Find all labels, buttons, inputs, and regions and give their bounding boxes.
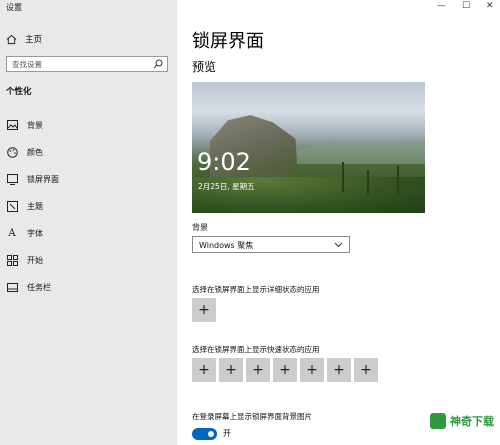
background-label: 背景 [192,223,208,232]
sidebar-item-label: 开始 [27,255,43,265]
toggle-state-text: 开 [223,429,231,438]
quick-status-label: 选择在锁屏界面上显示快速状态的应用 [192,345,320,354]
sidebar: 设置 主页 查找设置 个性化 背景 颜色 锁屏界面 主题 A 字体 开始 任务栏 [0,0,177,445]
sidebar-item-taskbar[interactable]: 任务栏 [6,280,171,294]
plus-icon: + [333,362,345,378]
chevron-down-icon [334,242,343,248]
preview-clock: 9:02 [197,148,251,176]
preview-label: 预览 [192,60,217,74]
background-dropdown-value: Windows 聚焦 [199,241,254,250]
sidebar-item-label: 字体 [27,228,43,238]
sidebar-item-label: 颜色 [27,147,43,157]
add-quick-status-app-button[interactable]: + [246,358,270,382]
add-quick-status-app-button[interactable]: + [327,358,351,382]
plus-icon: + [198,362,210,378]
sidebar-item-lock-screen[interactable]: 锁屏界面 [6,172,171,186]
signin-background-toggle[interactable] [192,428,217,440]
sidebar-item-fonts[interactable]: A 字体 [6,226,171,240]
app-title: 设置 [6,3,22,12]
section-title: 个性化 [6,87,32,97]
add-quick-status-app-button[interactable]: + [354,358,378,382]
add-quick-status-app-button[interactable]: + [273,358,297,382]
brush-icon [6,200,18,212]
watermark-text: 神奇下载 [450,415,494,428]
plus-icon: + [360,362,372,378]
add-detailed-status-app-button[interactable]: + [192,298,216,322]
add-quick-status-app-button[interactable]: + [300,358,324,382]
search-placeholder: 查找设置 [12,60,42,69]
watermark: 神奇下载 [430,413,494,429]
toggle-knob [208,431,214,437]
plus-icon: + [225,362,237,378]
search-icon [153,59,163,69]
image-icon [6,119,18,131]
preview-date: 2月25日, 星期五 [198,182,255,191]
page-title: 锁屏界面 [192,31,264,52]
sidebar-item-label: 锁屏界面 [27,174,59,184]
close-button[interactable]: ✕ [486,1,494,11]
search-input[interactable]: 查找设置 [6,56,168,72]
palette-icon [6,146,18,158]
plus-icon: + [198,302,210,318]
sidebar-item-start[interactable]: 开始 [6,253,171,267]
plus-icon: + [279,362,291,378]
detailed-status-label: 选择在锁屏界面上显示详细状态的应用 [192,285,320,294]
add-quick-status-app-button[interactable]: + [192,358,216,382]
sidebar-item-label: 背景 [27,120,43,130]
background-dropdown[interactable]: Windows 聚焦 [192,236,350,253]
lock-screen-icon [6,173,18,185]
watermark-logo-icon [430,413,446,429]
sidebar-item-colors[interactable]: 颜色 [6,145,171,159]
plus-icon: + [252,362,264,378]
signin-background-label: 在登录屏幕上显示锁屏界面背景图片 [192,412,312,421]
sidebar-item-home[interactable]: 主页 [6,33,42,45]
maximize-button[interactable]: ☐ [462,1,470,11]
sidebar-item-themes[interactable]: 主题 [6,199,171,213]
sidebar-item-label: 主题 [27,201,43,211]
taskbar-icon [6,281,18,293]
sidebar-item-label: 主页 [25,35,43,45]
sidebar-item-background[interactable]: 背景 [6,118,171,132]
home-icon [6,34,17,44]
sidebar-item-label: 任务栏 [27,282,51,292]
plus-icon: + [306,362,318,378]
minimize-button[interactable]: — [437,1,446,11]
start-grid-icon [6,254,18,266]
add-quick-status-app-button[interactable]: + [219,358,243,382]
font-icon: A [8,227,16,239]
